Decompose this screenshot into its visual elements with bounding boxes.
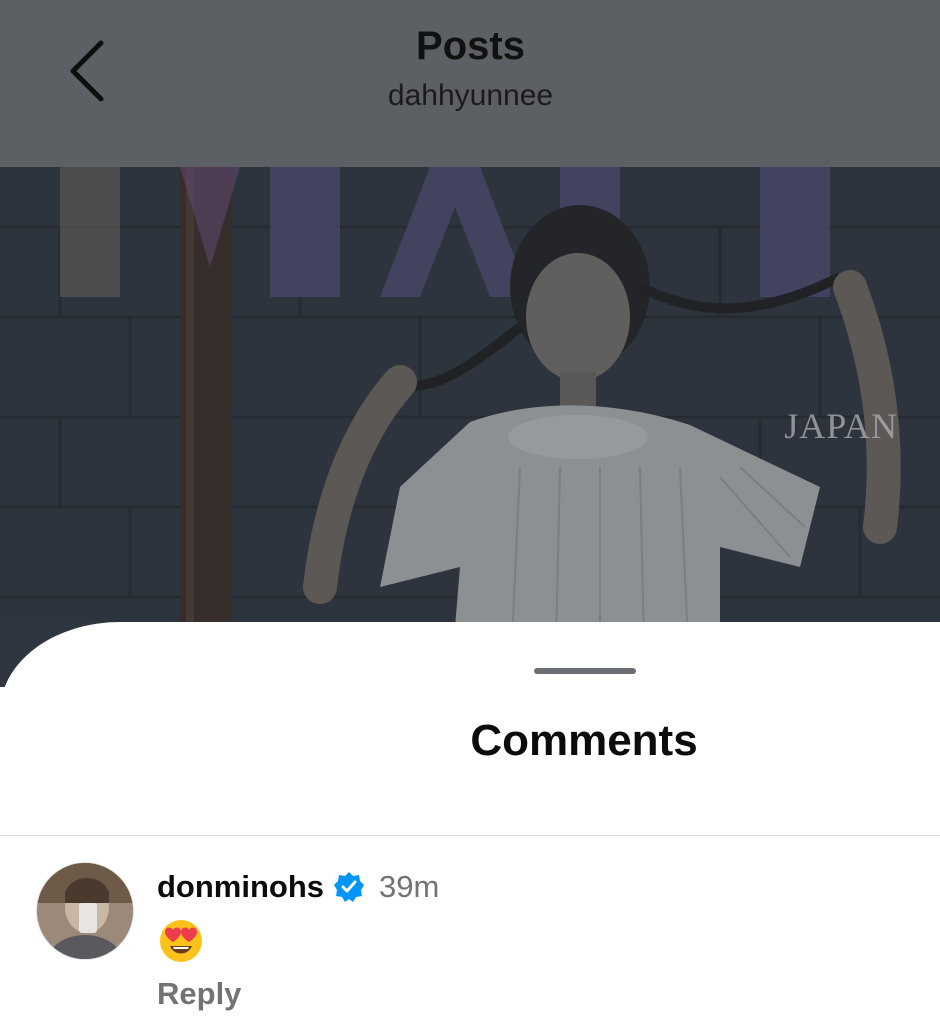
post-comments-screen: Posts dahhyunnee JAPAN Comments donminoh… xyxy=(0,0,940,1026)
account-username: dahhyunnee xyxy=(387,79,554,112)
back-button[interactable] xyxy=(52,36,122,106)
comment-text xyxy=(158,918,206,966)
comment-username[interactable]: donminohs xyxy=(157,869,324,905)
comments-sheet: Comments donminohs 39m Reply xyxy=(0,622,940,1026)
photo-badge-text: JAPAN xyxy=(784,406,898,446)
page-title: Posts xyxy=(416,24,525,68)
comment-item: donminohs 39m Reply xyxy=(0,852,940,1026)
comments-title: Comments xyxy=(470,716,698,765)
comment-time: 39m xyxy=(379,869,440,904)
verified-badge-icon xyxy=(333,871,365,903)
avatar[interactable] xyxy=(36,862,134,960)
comment-header: donminohs 39m xyxy=(157,869,439,905)
post-photo: JAPAN xyxy=(0,167,940,687)
header-bar: Posts dahhyunnee xyxy=(0,0,940,167)
sheet-drag-handle[interactable] xyxy=(534,668,636,674)
divider xyxy=(0,835,940,836)
chevron-left-icon xyxy=(70,40,104,102)
reply-button[interactable]: Reply xyxy=(157,976,241,1012)
heart-eyes-emoji-icon xyxy=(160,920,202,962)
